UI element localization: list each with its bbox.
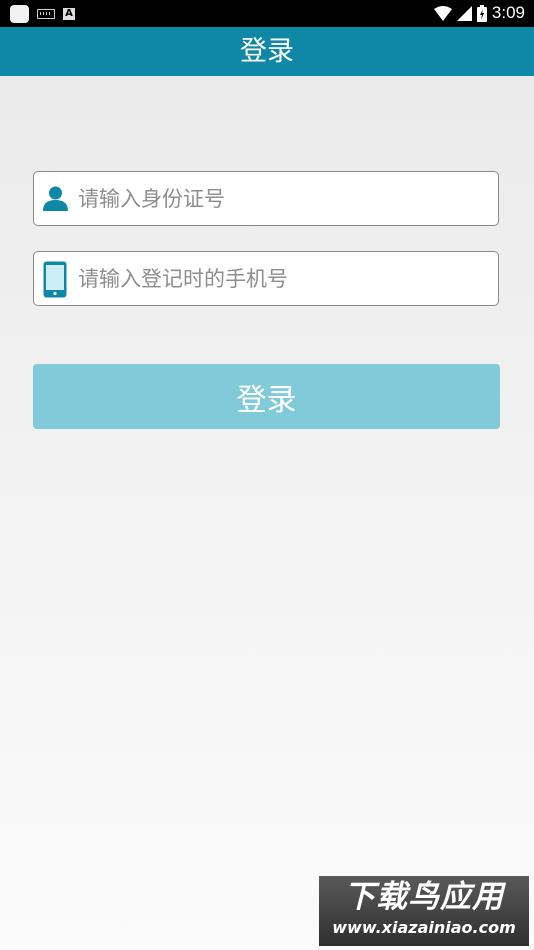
user-icon — [43, 186, 68, 211]
keyboard-icon — [37, 9, 55, 19]
phone-number-input[interactable] — [78, 252, 488, 305]
watermark-logo: 下载鸟应用 www.xiazainiao.com — [319, 876, 529, 946]
status-bar: A 3:09 — [0, 0, 534, 27]
phone-number-field[interactable] — [33, 251, 499, 306]
phone-icon — [43, 261, 67, 298]
wifi-icon — [433, 5, 452, 21]
id-number-input[interactable] — [78, 172, 488, 225]
watermark-title: 下载鸟应用 — [344, 879, 504, 915]
a-badge-icon: A — [63, 8, 75, 20]
signal-icon — [456, 5, 472, 21]
status-time: 3:09 — [491, 3, 525, 22]
battery-icon — [476, 4, 487, 22]
id-number-field[interactable] — [33, 171, 499, 226]
watermark-url: www.xiazainiao.com — [332, 918, 516, 937]
page-title: 登录 — [240, 36, 294, 67]
login-button[interactable]: 登录 — [33, 364, 500, 429]
app-bar: 登录 — [0, 27, 534, 76]
notification-square-icon — [10, 5, 29, 23]
